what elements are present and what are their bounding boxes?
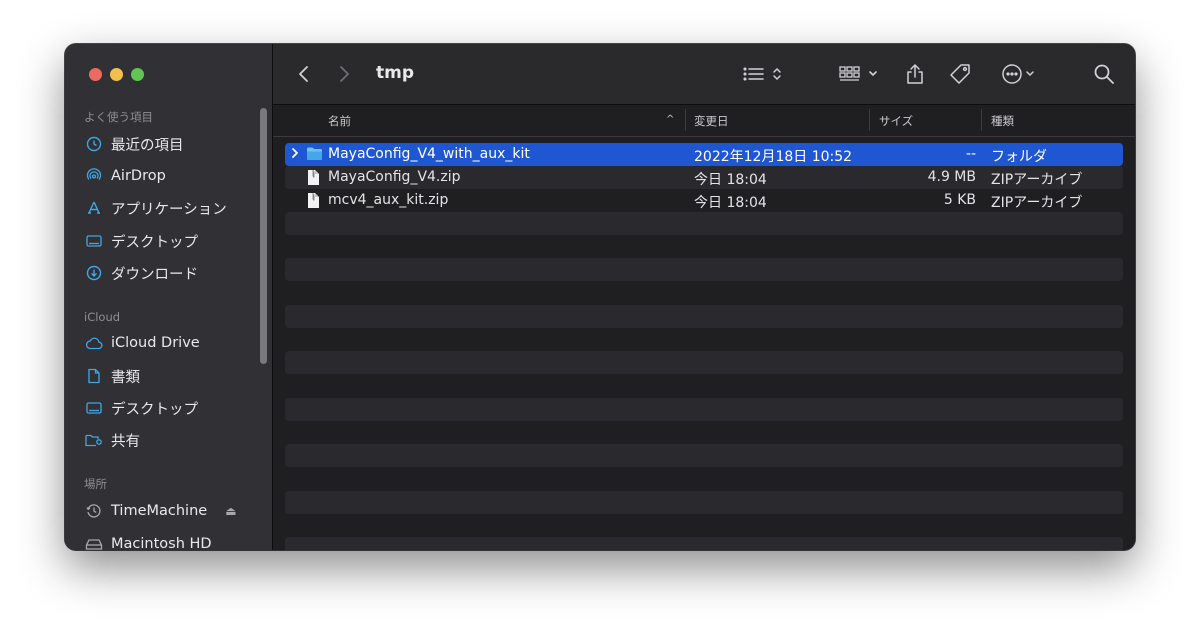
column-divider[interactable]	[981, 109, 982, 131]
sidebar-item-macintosh-hd[interactable]: Macintosh HD	[85, 532, 212, 550]
file-name: MayaConfig_V4_with_aux_kit	[328, 146, 530, 162]
share-icon	[907, 64, 923, 84]
sidebar-item-airdrop[interactable]: AirDrop	[85, 164, 166, 188]
column-date[interactable]: 変更日	[694, 113, 729, 129]
window-title: tmp	[376, 63, 415, 83]
tag-button[interactable]	[949, 62, 973, 86]
sidebar-scrollbar[interactable]	[260, 108, 267, 364]
sidebar-item-recents[interactable]: 最近の項目	[85, 132, 184, 156]
sidebar-item-applications[interactable]: アプリケーション	[85, 196, 227, 220]
airdrop-icon	[85, 167, 103, 185]
sort-ascending-icon[interactable]: ^	[666, 114, 674, 125]
document-icon	[85, 367, 103, 385]
sidebar-item-desktop[interactable]: デスクトップ	[85, 229, 198, 253]
column-divider[interactable]	[685, 109, 686, 131]
sidebar: よく使う項目 最近の項目 AirDrop アプリケーション デスクトップ ダウン…	[65, 44, 273, 550]
forward-button[interactable]	[337, 62, 351, 86]
sidebar-item-label: 書類	[111, 369, 140, 386]
download-icon	[85, 264, 103, 282]
sidebar-section-locations: 場所	[84, 477, 107, 491]
file-size: 5 KB	[943, 192, 976, 208]
file-name: MayaConfig_V4.zip	[328, 169, 461, 185]
list-view-icon	[743, 67, 781, 81]
zip-file-icon	[306, 169, 321, 190]
file-row[interactable]: mcv4_aux_kit.zip 今日 18:04 5 KB ZIPアーカイブ	[285, 189, 1123, 212]
column-divider[interactable]	[869, 109, 870, 131]
file-size: --	[965, 146, 976, 162]
sidebar-item-label: デスクトップ	[111, 234, 198, 251]
share-button[interactable]	[905, 62, 925, 86]
column-kind[interactable]: 種類	[991, 113, 1014, 129]
minimize-button[interactable]	[110, 68, 123, 81]
grid-icon	[839, 66, 877, 81]
sidebar-item-shared[interactable]: 共有	[85, 428, 140, 452]
toolbar: tmp	[273, 44, 1135, 105]
clock-icon	[85, 135, 103, 153]
cloud-icon	[85, 334, 103, 352]
disk-icon	[85, 535, 103, 550]
column-size[interactable]: サイズ	[879, 113, 913, 129]
applications-icon	[85, 199, 103, 217]
search-button[interactable]	[1093, 62, 1115, 86]
empty-row	[285, 398, 1123, 421]
desktop-icon	[85, 232, 103, 250]
tag-icon	[950, 64, 970, 84]
sidebar-item-label: AirDrop	[111, 168, 166, 184]
file-kind: ZIPアーカイブ	[991, 172, 1083, 188]
empty-row	[285, 491, 1123, 514]
empty-row	[285, 212, 1123, 235]
main-pane: tmp 名前 ^ 変更日 サイズ 種類 MayaConfig_V4_with_a…	[273, 44, 1135, 550]
desktop-icon	[85, 399, 103, 417]
sidebar-item-label: iCloud Drive	[111, 335, 200, 351]
sidebar-section-icloud: iCloud	[84, 310, 121, 324]
file-date: 今日 18:04	[694, 172, 767, 188]
sidebar-item-icloud-desktop[interactable]: デスクトップ	[85, 396, 198, 420]
empty-row	[285, 444, 1123, 467]
zip-file-icon	[306, 192, 321, 213]
shared-folder-icon	[85, 431, 103, 449]
sidebar-item-label: デスクトップ	[111, 401, 198, 418]
window-controls	[89, 68, 144, 81]
empty-row	[285, 305, 1123, 328]
file-date: 今日 18:04	[694, 195, 767, 211]
eject-icon[interactable]: ⏏	[225, 504, 236, 518]
sidebar-item-label: 共有	[111, 433, 140, 450]
file-kind: フォルダ	[991, 149, 1047, 165]
sidebar-item-label: TimeMachine	[111, 503, 208, 519]
zoom-button[interactable]	[131, 68, 144, 81]
sidebar-item-label: ダウンロード	[111, 266, 198, 283]
file-date: 2022年12月18日 10:52	[694, 149, 853, 165]
sidebar-item-icloud-drive[interactable]: iCloud Drive	[85, 331, 200, 355]
empty-row	[285, 351, 1123, 374]
column-header: 名前 ^ 変更日 サイズ 種類	[273, 105, 1135, 137]
sidebar-item-label: Macintosh HD	[111, 536, 212, 550]
empty-row	[285, 537, 1123, 550]
sidebar-item-label: 最近の項目	[111, 137, 184, 154]
sidebar-item-timemachine[interactable]: TimeMachine ⏏	[85, 499, 237, 523]
file-size: 4.9 MB	[927, 169, 976, 185]
empty-row	[285, 258, 1123, 281]
disclosure-triangle-icon[interactable]	[291, 147, 299, 163]
more-actions-button[interactable]	[1001, 62, 1045, 86]
chevron-right-icon	[340, 66, 349, 82]
time-machine-icon	[85, 502, 103, 520]
close-button[interactable]	[89, 68, 102, 81]
chevron-left-icon	[299, 66, 308, 82]
file-kind: ZIPアーカイブ	[991, 195, 1083, 211]
ellipsis-circle-icon	[1002, 64, 1034, 84]
folder-icon	[306, 146, 323, 165]
file-row[interactable]: MayaConfig_V4_with_aux_kit 2022年12月18日 1…	[285, 143, 1123, 166]
sidebar-item-label: アプリケーション	[111, 201, 227, 218]
file-name: mcv4_aux_kit.zip	[328, 192, 449, 208]
file-row[interactable]: MayaConfig_V4.zip 今日 18:04 4.9 MB ZIPアーカ…	[285, 166, 1123, 189]
sidebar-section-favorites: よく使う項目	[84, 110, 153, 124]
column-name[interactable]: 名前	[328, 113, 351, 129]
view-mode-button[interactable]	[743, 62, 787, 86]
finder-window: よく使う項目 最近の項目 AirDrop アプリケーション デスクトップ ダウン…	[65, 44, 1135, 550]
group-button[interactable]	[839, 62, 883, 86]
sidebar-item-documents[interactable]: 書類	[85, 364, 140, 388]
search-icon	[1094, 64, 1114, 84]
sidebar-item-downloads[interactable]: ダウンロード	[85, 261, 198, 285]
back-button[interactable]	[297, 62, 311, 86]
